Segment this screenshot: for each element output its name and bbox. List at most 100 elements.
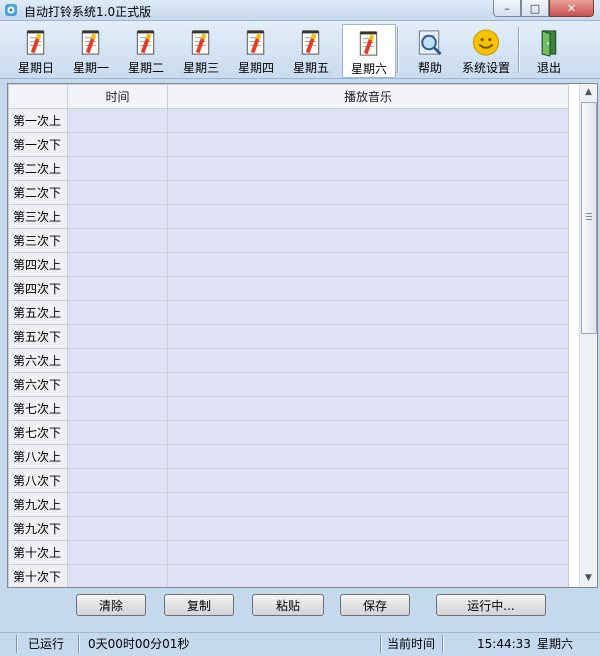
- row-label: 第九次上: [8, 492, 68, 517]
- scroll-down-arrow-icon[interactable]: ▼: [580, 570, 597, 587]
- table-row: 第六次下: [8, 372, 569, 397]
- time-cell[interactable]: [67, 252, 168, 277]
- music-cell[interactable]: [167, 540, 569, 565]
- music-cell[interactable]: [167, 516, 569, 541]
- time-cell[interactable]: [67, 156, 168, 181]
- table-row: 第五次下: [8, 324, 569, 349]
- time-cell[interactable]: [67, 228, 168, 253]
- exit-button[interactable]: 退出: [523, 24, 575, 76]
- music-cell[interactable]: [167, 396, 569, 421]
- music-cell[interactable]: [167, 324, 569, 349]
- window-title: 自动打铃系统1.0正式版: [24, 5, 152, 19]
- music-cell[interactable]: [167, 444, 569, 469]
- table-row: 第十次上: [8, 540, 569, 565]
- day-tab-label: 星期一: [72, 61, 109, 75]
- grid-corner-header: [8, 84, 68, 109]
- music-cell[interactable]: [167, 180, 569, 205]
- schedule-notepad-icon: [359, 31, 378, 56]
- music-cell[interactable]: [167, 564, 569, 587]
- music-cell[interactable]: [167, 492, 569, 517]
- table-row: 第三次上: [8, 204, 569, 229]
- table-row: 第九次上: [8, 492, 569, 517]
- clock-time: 15:44:33: [477, 637, 531, 651]
- time-cell[interactable]: [67, 300, 168, 325]
- music-cell[interactable]: [167, 108, 569, 133]
- table-row: 第八次上: [8, 444, 569, 469]
- save-button[interactable]: 保存: [340, 594, 410, 616]
- music-cell[interactable]: [167, 156, 569, 181]
- settings-button[interactable]: 系统设置: [458, 24, 514, 76]
- maximize-button[interactable]: □: [521, 0, 549, 17]
- title-bar: 自动打铃系统1.0正式版 – □ ✕: [0, 0, 600, 21]
- row-label: 第四次下: [8, 276, 68, 301]
- day-tab-5[interactable]: 星期五: [285, 24, 337, 76]
- day-tab-2[interactable]: 星期二: [120, 24, 172, 76]
- table-row: 第七次上: [8, 396, 569, 421]
- time-cell[interactable]: [67, 420, 168, 445]
- time-cell[interactable]: [67, 372, 168, 397]
- app-icon: [5, 4, 17, 16]
- day-tab-4[interactable]: 星期四: [230, 24, 282, 76]
- day-tab-label: 星期四: [237, 61, 274, 75]
- time-cell[interactable]: [67, 444, 168, 469]
- time-cell[interactable]: [67, 516, 168, 541]
- toolbar: 星期日 星期一 星期二 星期三 星期四 星期五 星期六 帮助 系统设置 退出: [0, 21, 600, 79]
- table-row: 第七次下: [8, 420, 569, 445]
- time-cell[interactable]: [67, 132, 168, 157]
- table-row: 第八次下: [8, 468, 569, 493]
- time-cell[interactable]: [67, 540, 168, 565]
- music-cell[interactable]: [167, 300, 569, 325]
- day-tab-1[interactable]: 星期一: [65, 24, 117, 76]
- smiley-icon: [472, 29, 500, 56]
- minimize-button[interactable]: –: [493, 0, 521, 17]
- music-cell[interactable]: [167, 228, 569, 253]
- action-bar: 清除 复制 粘贴 保存 运行中...: [0, 587, 600, 629]
- table-row: 第一次下: [8, 132, 569, 157]
- scroll-thumb[interactable]: [581, 102, 597, 334]
- time-cell[interactable]: [67, 396, 168, 421]
- vertical-scrollbar[interactable]: ▲ ▼: [579, 84, 597, 587]
- schedule-notepad-icon: [26, 30, 45, 55]
- table-row: 第六次上: [8, 348, 569, 373]
- day-tab-label: 星期三: [182, 61, 219, 75]
- day-tab-label: 星期二: [127, 61, 164, 75]
- paste-button[interactable]: 粘贴: [252, 594, 324, 616]
- clear-button[interactable]: 清除: [76, 594, 146, 616]
- row-label: 第八次下: [8, 468, 68, 493]
- time-cell[interactable]: [67, 348, 168, 373]
- time-cell[interactable]: [67, 276, 168, 301]
- status-bar: 已运行 0天00时00分01秒 当前时间 15:44:33 星期六: [0, 632, 600, 656]
- scroll-up-arrow-icon[interactable]: ▲: [580, 84, 597, 101]
- music-cell[interactable]: [167, 468, 569, 493]
- day-tab-6[interactable]: 星期六: [342, 24, 396, 78]
- time-cell[interactable]: [67, 564, 168, 587]
- running-time: 0天00时00分01秒: [88, 637, 190, 651]
- time-cell[interactable]: [67, 492, 168, 517]
- copy-button[interactable]: 复制: [164, 594, 234, 616]
- time-cell[interactable]: [67, 108, 168, 133]
- music-cell[interactable]: [167, 276, 569, 301]
- time-cell[interactable]: [67, 204, 168, 229]
- day-tab-0[interactable]: 星期日: [10, 24, 62, 76]
- music-cell[interactable]: [167, 348, 569, 373]
- music-cell[interactable]: [167, 420, 569, 445]
- row-label: 第六次上: [8, 348, 68, 373]
- music-cell[interactable]: [167, 204, 569, 229]
- music-cell[interactable]: [167, 372, 569, 397]
- close-button[interactable]: ✕: [549, 0, 594, 17]
- time-cell[interactable]: [67, 468, 168, 493]
- day-tab-label: 星期五: [292, 61, 329, 75]
- music-cell[interactable]: [167, 132, 569, 157]
- help-button[interactable]: 帮助: [404, 24, 456, 76]
- music-column-header[interactable]: 播放音乐: [167, 84, 569, 109]
- row-label: 第九次下: [8, 516, 68, 541]
- music-cell[interactable]: [167, 252, 569, 277]
- table-row: 第五次上: [8, 300, 569, 325]
- table-row: 第一次上: [8, 108, 569, 133]
- day-tab-3[interactable]: 星期三: [175, 24, 227, 76]
- time-cell[interactable]: [67, 324, 168, 349]
- run-button[interactable]: 运行中...: [436, 594, 546, 616]
- time-cell[interactable]: [67, 180, 168, 205]
- row-label: 第六次下: [8, 372, 68, 397]
- time-column-header[interactable]: 时间: [67, 84, 168, 109]
